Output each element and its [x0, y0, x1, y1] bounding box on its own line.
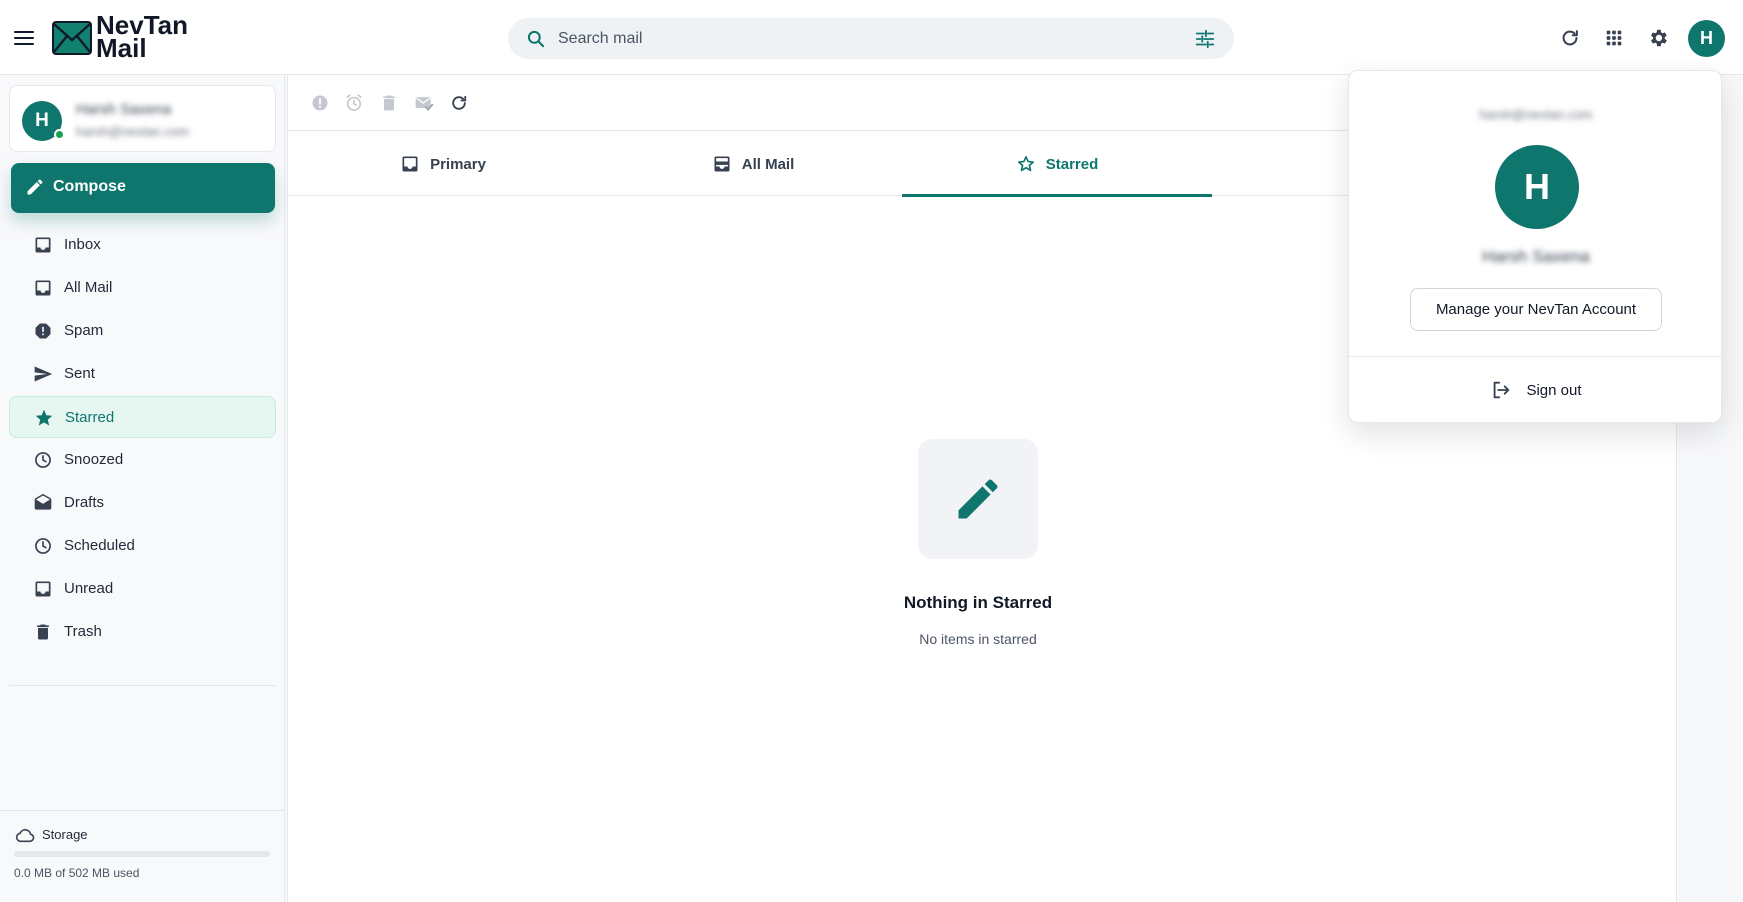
compose-button[interactable]: Compose [11, 163, 275, 213]
report-spam-icon[interactable] [310, 93, 330, 113]
sidebar-item-sent[interactable]: Sent [9, 353, 276, 395]
search-input[interactable] [558, 18, 1158, 59]
send-icon [33, 364, 53, 384]
refresh-icon[interactable] [1559, 27, 1581, 49]
empty-state-title: Nothing in Starred [903, 593, 1053, 612]
inbox-icon [33, 579, 53, 599]
sidebar-item-label: Inbox [64, 236, 101, 253]
sidebar-item-label: Scheduled [64, 537, 135, 554]
sidebar-item-label: Drafts [64, 494, 105, 511]
tab-label: Starred [1045, 155, 1099, 173]
star-icon [34, 408, 54, 428]
compose-label: Compose [53, 178, 126, 195]
apps-grid-icon[interactable] [1603, 27, 1625, 49]
sign-out-button[interactable]: Sign out [1349, 357, 1723, 423]
sidebar-divider [9, 685, 276, 686]
sign-out-label: Sign out [1526, 381, 1582, 399]
sidebar-item-label: Sent [64, 365, 95, 382]
sidebar-item-drafts[interactable]: Drafts [9, 482, 276, 524]
sidebar-item-label: Snoozed [64, 451, 124, 468]
sidebar-item-trash[interactable]: Trash [9, 611, 276, 653]
tab-label: All Mail [741, 155, 795, 173]
header-avatar[interactable]: H [1688, 20, 1725, 57]
account-menu-avatar: H [1495, 145, 1579, 229]
nevtan-logo-icon [52, 21, 92, 55]
sidebar-item-inbox[interactable]: Inbox [9, 224, 276, 266]
account-name: Harsh Saxena [76, 101, 172, 118]
sidebar: H Harsh Saxena harsh@nevtan.com Compose … [0, 75, 285, 902]
empty-state-subtitle: No items in starred [919, 631, 1037, 647]
account-menu-name: Harsh Saxena [1482, 247, 1590, 266]
storage-usage-text: 0.0 MB of 502 MB used [14, 866, 140, 880]
account-menu-email: harsh@nevtan.com [1479, 107, 1593, 122]
inbox-icon [33, 278, 53, 298]
sidebar-item-snoozed[interactable]: Snoozed [9, 439, 276, 481]
brand-line-2: Mail [96, 33, 147, 63]
sidebar-item-label: Unread [64, 580, 114, 597]
tab-all-mail[interactable]: All Mail [598, 131, 908, 196]
refresh-icon[interactable] [449, 93, 469, 113]
sidebar-item-label: Spam [64, 322, 104, 339]
brand-name: NevTan Mail [96, 12, 206, 63]
logout-icon [1490, 379, 1512, 401]
trash-icon[interactable] [379, 93, 399, 113]
sidebar-item-unread[interactable]: Unread [9, 568, 276, 610]
inbox-icon [400, 154, 420, 174]
sidebar-nav: Inbox All Mail Spam Sent Starred Snoozed… [9, 224, 276, 654]
tab-primary[interactable]: Primary [288, 131, 598, 196]
tab-label: Primary [430, 155, 486, 173]
trash-icon [33, 622, 53, 642]
sidebar-item-label: All Mail [64, 279, 113, 296]
storage-label: Storage [42, 827, 88, 842]
mark-read-icon[interactable] [414, 93, 434, 113]
storage-progress-bar [14, 851, 270, 857]
account-card[interactable]: H Harsh Saxena harsh@nevtan.com [9, 85, 276, 152]
sidebar-item-scheduled[interactable]: Scheduled [9, 525, 276, 567]
archive-tray-icon [712, 154, 732, 174]
sidebar-item-label: Starred [65, 409, 115, 426]
search-icon [526, 29, 546, 49]
inbox-icon [33, 235, 53, 255]
online-status-dot [54, 129, 65, 140]
snooze-icon[interactable] [344, 93, 364, 113]
gear-icon[interactable] [1647, 27, 1669, 49]
sidebar-item-all-mail[interactable]: All Mail [9, 267, 276, 309]
alert-octagon-icon [33, 321, 53, 341]
account-email: harsh@nevtan.com [76, 124, 189, 139]
manage-account-button[interactable]: Manage your NevTan Account [1410, 288, 1662, 331]
tune-icon[interactable] [1194, 28, 1216, 50]
clock-icon [33, 450, 53, 470]
pencil-icon [25, 177, 45, 197]
cloud-icon [14, 826, 36, 844]
empty-state-icon-box [918, 439, 1038, 559]
star-outline-icon [1016, 154, 1036, 174]
sidebar-item-label: Trash [64, 623, 102, 640]
account-menu: harsh@nevtan.com H Harsh Saxena Manage y… [1348, 70, 1723, 423]
envelope-open-icon [33, 493, 53, 513]
sidebar-item-spam[interactable]: Spam [9, 310, 276, 352]
top-header: NevTan Mail H [0, 0, 1743, 75]
clock-icon [33, 536, 53, 556]
tab-starred[interactable]: Starred [902, 131, 1212, 197]
search-bar [508, 18, 1234, 59]
sidebar-item-starred[interactable]: Starred [9, 396, 276, 438]
hamburger-menu-icon[interactable] [12, 26, 36, 50]
storage-panel: Storage 0.0 MB of 502 MB used [0, 810, 285, 902]
